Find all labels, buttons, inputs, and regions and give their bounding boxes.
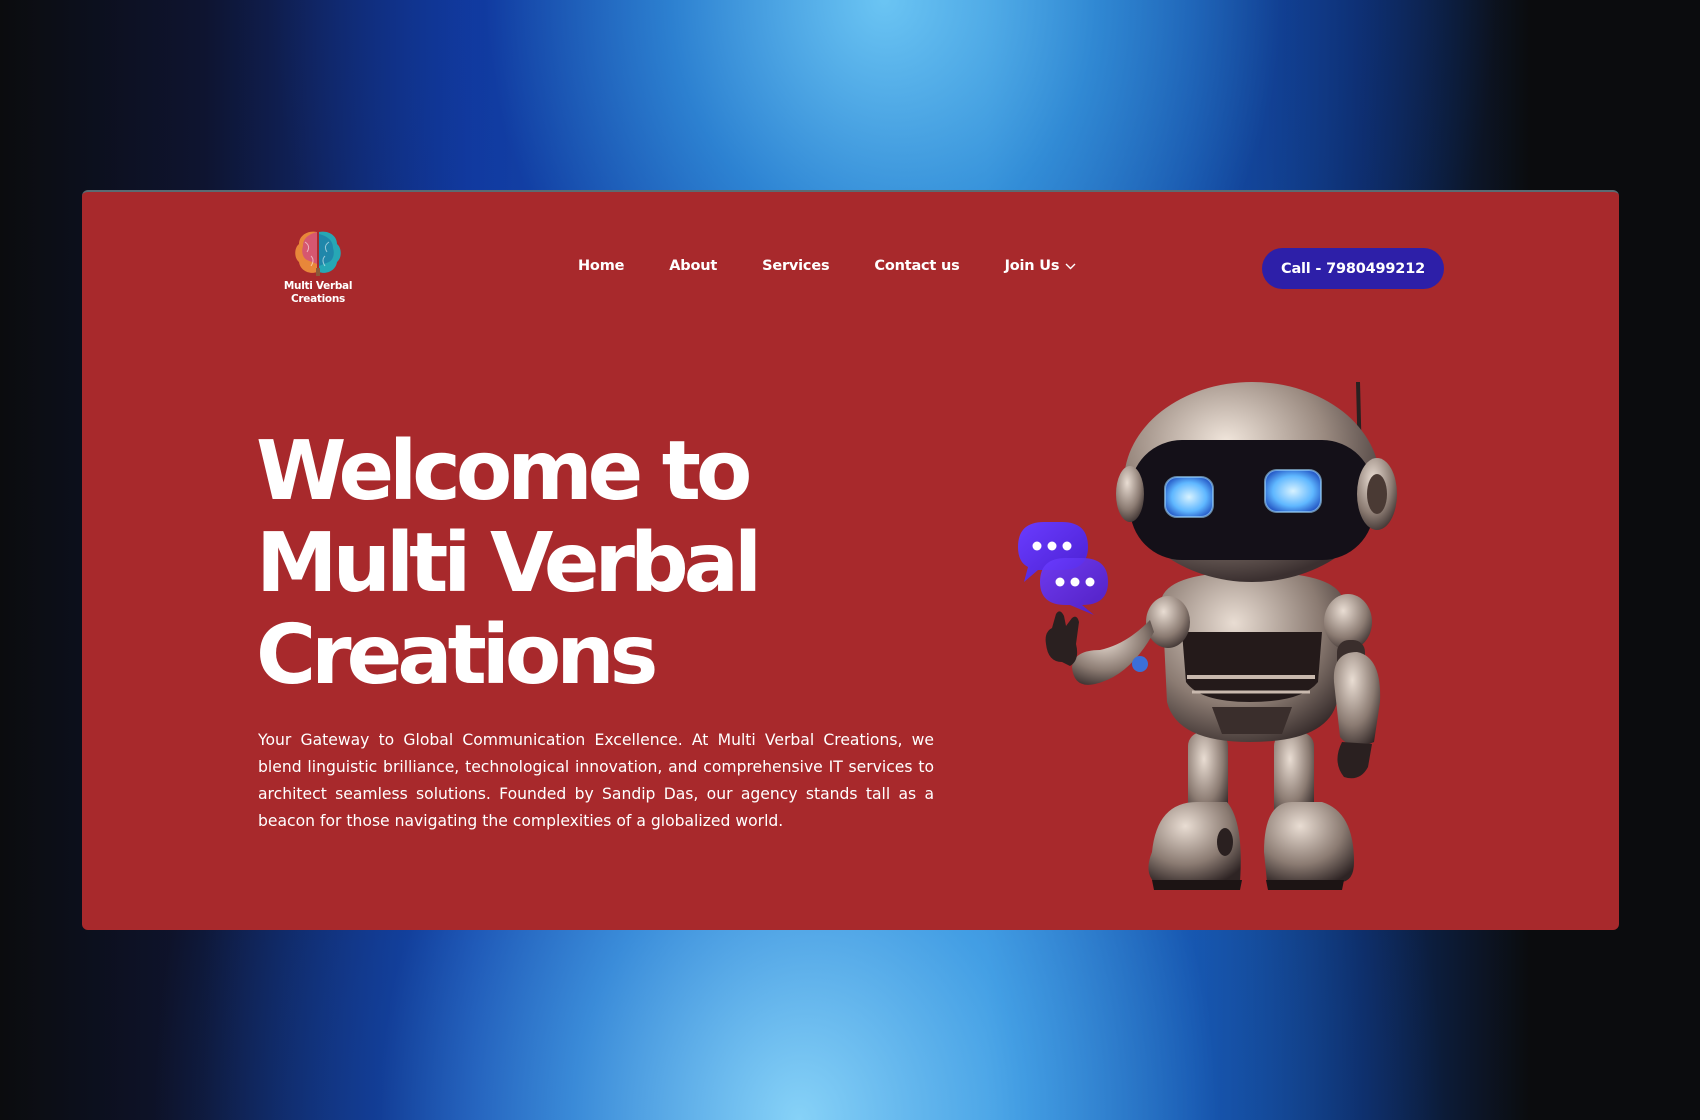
- robot-illustration: [1018, 382, 1397, 890]
- brand-logo[interactable]: Multi Verbal Creations: [278, 228, 358, 306]
- nav-contact-us[interactable]: Contact us: [874, 258, 959, 274]
- nav-join-us-label: Join Us: [1004, 258, 1060, 274]
- nav-services[interactable]: Services: [762, 258, 830, 274]
- brain-icon: [295, 231, 341, 276]
- hero-title: Welcome to Multi Verbal Creations: [256, 426, 896, 702]
- chat-bubble-icon: [1018, 522, 1108, 615]
- hero-title-line: Multi Verbal: [256, 516, 762, 611]
- brand-name: Multi Verbal Creations: [283, 280, 353, 305]
- hero-title-line: Creations: [256, 608, 658, 703]
- nav-home[interactable]: Home: [578, 258, 624, 274]
- call-button[interactable]: Call - 7980499212: [1262, 248, 1444, 289]
- hero-title-line: Welcome to: [256, 424, 752, 519]
- chevron-down-icon: [1065, 263, 1076, 269]
- nav-join-us[interactable]: Join Us: [1005, 258, 1077, 274]
- hero-description: Your Gateway to Global Communication Exc…: [258, 731, 934, 830]
- hero-card: Multi Verbal Creations Home About Servic…: [82, 190, 1619, 930]
- main-nav: Home About Services Contact us Join Us: [578, 258, 1076, 274]
- nav-about[interactable]: About: [669, 258, 717, 274]
